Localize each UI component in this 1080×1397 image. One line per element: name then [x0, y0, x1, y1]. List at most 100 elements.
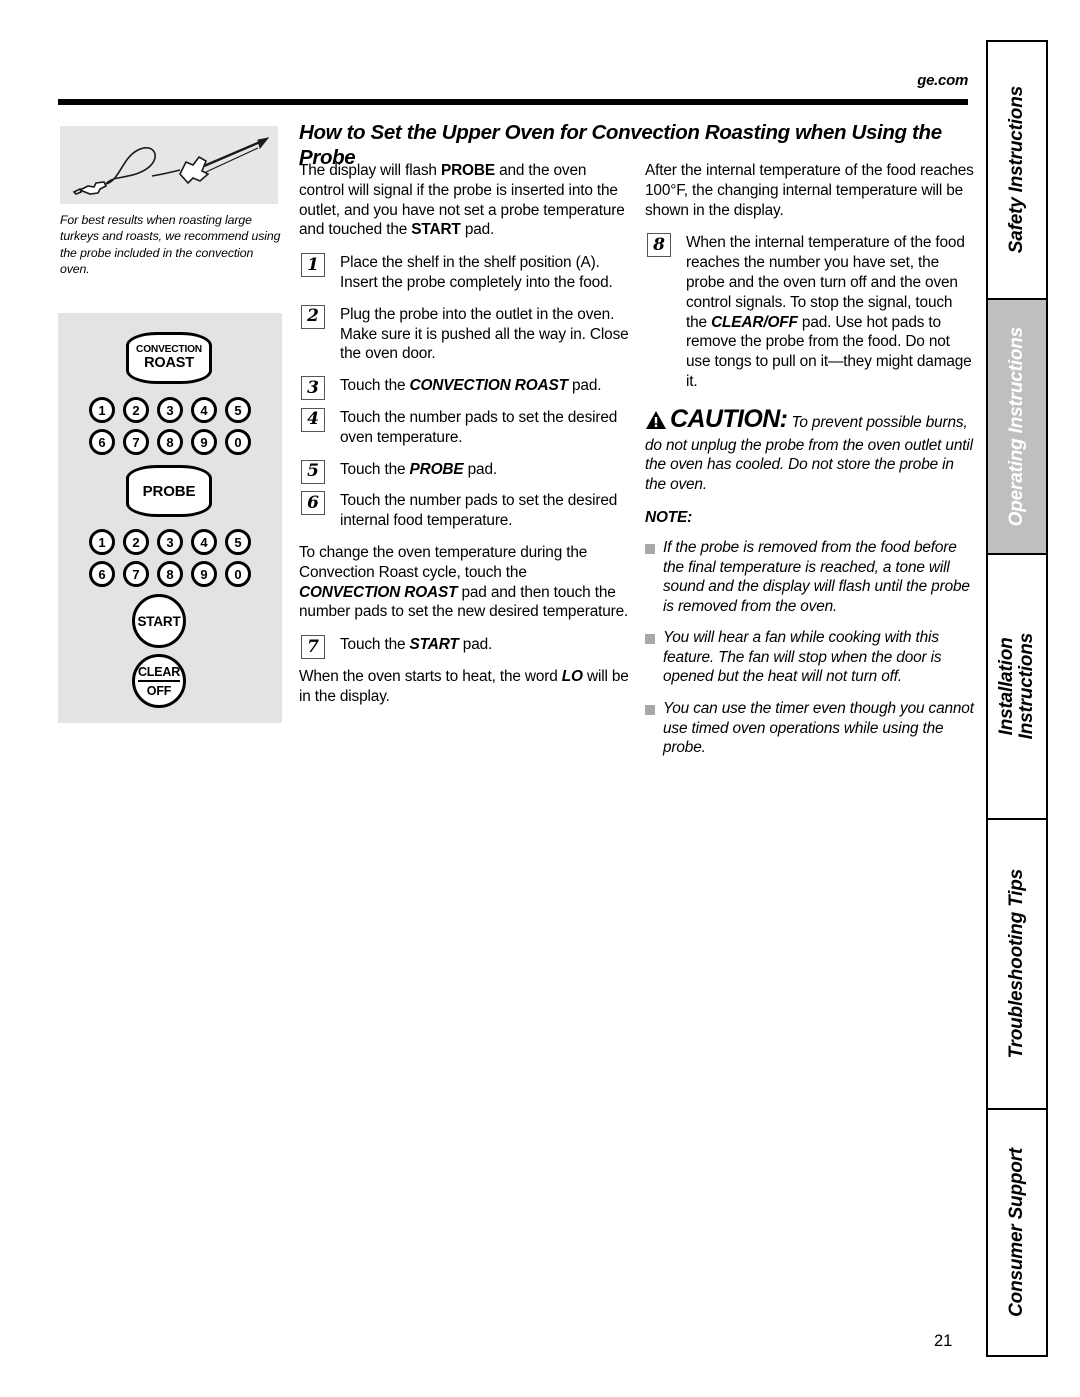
step-item: 6 Touch the number pads to set the desir…	[299, 491, 629, 531]
step-item: 2 Plug the probe into the outlet in the …	[299, 304, 629, 364]
intro-bold-probe: PROBE	[440, 162, 495, 179]
number-pad-row-3: 1 2 3 4 5	[89, 529, 251, 555]
number-pad-row-2: 6 7 8 9 0	[89, 429, 251, 455]
number-key[interactable]: 9	[191, 561, 217, 587]
number-key[interactable]: 5	[225, 397, 251, 423]
step-text-post: pad.	[567, 377, 602, 395]
number-key[interactable]: 0	[225, 561, 251, 587]
clear-pad-label: CLEAR	[137, 665, 180, 682]
number-key[interactable]: 0	[225, 429, 251, 455]
step-text: Place the shelf in the shelf position (A…	[340, 254, 613, 291]
step-number-badge: 2	[301, 304, 325, 329]
note-bullet-text: You can use the timer even though you ca…	[663, 699, 974, 757]
page-number: 21	[934, 1332, 953, 1350]
convection-roast-pad-line2: ROAST	[144, 355, 194, 372]
clear-off-pad[interactable]: CLEAR OFF	[132, 654, 186, 708]
step-number-badge: 5	[301, 459, 325, 484]
right-intro-paragraph: After the internal temperature of the fo…	[645, 162, 974, 219]
number-key[interactable]: 4	[191, 397, 217, 423]
section-tab-rail: Safety Instructions Operating Instructio…	[986, 40, 1048, 1357]
note-bullet-text: If the probe is removed from the food be…	[663, 539, 970, 615]
step-text-post: pad.	[458, 636, 493, 654]
change-temp-bold: CONVECTION ROAST	[299, 583, 458, 601]
tab-label: Operating Instructions	[1006, 326, 1028, 527]
step-text-pre: Touch the	[340, 377, 410, 395]
tab-operating-instructions[interactable]: Operating Instructions	[988, 300, 1046, 555]
number-key[interactable]: 3	[157, 529, 183, 555]
tab-label: Safety Instructions	[1006, 86, 1028, 254]
probe-pad-label: PROBE	[142, 482, 196, 500]
start-pad[interactable]: START	[132, 594, 186, 648]
number-pad-row-4: 6 7 8 9 0	[89, 561, 251, 587]
number-key[interactable]: 6	[89, 561, 115, 587]
number-key[interactable]: 1	[89, 397, 115, 423]
left-text-column: The display will flash PROBE and the ove…	[299, 161, 629, 720]
intro-text-1: The display will flash	[299, 162, 441, 179]
number-key[interactable]: 8	[157, 429, 183, 455]
step-item: 7 Touch the START pad.	[299, 635, 629, 660]
number-key[interactable]: 3	[157, 397, 183, 423]
header-rule	[58, 99, 968, 105]
number-key[interactable]: 4	[191, 529, 217, 555]
tab-safety-instructions[interactable]: Safety Instructions	[988, 42, 1046, 300]
step-item: 1 Place the shelf in the shelf position …	[299, 253, 629, 293]
number-key[interactable]: 8	[157, 561, 183, 587]
closing-bold-lo: LO	[561, 667, 583, 685]
tab-installation-instructions[interactable]: Installation Instructions	[988, 555, 1046, 820]
number-key[interactable]: 2	[123, 529, 149, 555]
number-key[interactable]: 6	[89, 429, 115, 455]
step-text-pre: Touch the	[340, 636, 410, 654]
note-bullet: You will hear a fan while cooking with t…	[645, 628, 975, 687]
bullet-square-icon	[645, 634, 655, 645]
left-intro-paragraph: The display will flash PROBE and the ove…	[299, 161, 629, 240]
site-url: ge.com	[917, 72, 968, 89]
step-text-pre: Touch the	[340, 460, 410, 478]
closing-paragraph: When the oven starts to heat, the word L…	[299, 667, 629, 707]
probe-illustration	[60, 126, 278, 204]
intro-text-3: pad.	[460, 221, 495, 239]
intro-bold-start: START	[411, 221, 461, 239]
number-pad-row-1: 1 2 3 4 5	[89, 397, 251, 423]
number-key[interactable]: 7	[123, 561, 149, 587]
step-number-badge: 1	[301, 253, 325, 278]
step-text-bold: CONVECTION ROAST	[409, 377, 569, 395]
number-key[interactable]: 1	[89, 529, 115, 555]
tab-troubleshooting-tips[interactable]: Troubleshooting Tips	[988, 820, 1046, 1110]
figure-caption: For best results when roasting large tur…	[60, 213, 281, 277]
change-temp-text-1: To change the oven temperature during th…	[299, 543, 588, 581]
step-item: 3 Touch the CONVECTION ROAST pad.	[299, 376, 629, 401]
step-number-badge: 6	[301, 491, 325, 516]
change-temperature-paragraph: To change the oven temperature during th…	[299, 543, 629, 622]
probe-pad[interactable]: PROBE	[126, 465, 212, 517]
step-text: Plug the probe into the outlet in the ov…	[340, 305, 629, 363]
convection-roast-pad[interactable]: CONVECTION ROAST	[126, 332, 212, 384]
number-key[interactable]: 5	[225, 529, 251, 555]
closing-text-1: When the oven starts to heat, the word	[299, 667, 562, 685]
step-item: 4 Touch the number pads to set the desir…	[299, 407, 629, 448]
number-key[interactable]: 2	[123, 397, 149, 423]
note-bullet: You can use the timer even though you ca…	[645, 699, 975, 758]
number-key[interactable]: 7	[123, 429, 149, 455]
control-panel-illustration: CONVECTION ROAST 1 2 3 4 5 6 7 8 9 0 PRO…	[58, 313, 282, 723]
tab-label: Consumer Support	[1006, 1148, 1028, 1317]
caution-heading: CAUTION:	[670, 404, 788, 433]
step-number-badge: 3	[301, 376, 325, 401]
start-pad-label: START	[137, 613, 181, 629]
step-text-bold: START	[409, 636, 459, 654]
caution-block: CAUTION: To prevent possible burns, do n…	[645, 404, 975, 494]
step-text-bold: CLEAR/OFF	[711, 313, 798, 331]
temperature-probe-icon	[72, 137, 270, 195]
note-bullet: If the probe is removed from the food be…	[645, 538, 975, 616]
number-key[interactable]: 9	[191, 429, 217, 455]
tab-label: Troubleshooting Tips	[1006, 869, 1028, 1059]
step-item: 8 When the internal temperature of the f…	[645, 233, 975, 391]
step-text-post: pad.	[463, 460, 498, 478]
step-item: 5 Touch the PROBE pad.	[299, 459, 629, 484]
step-text: Touch the number pads to set the desired…	[340, 408, 618, 446]
warning-triangle-icon	[645, 410, 667, 436]
step-text: Touch the number pads to set the desired…	[340, 492, 618, 530]
off-pad-label: OFF	[146, 683, 172, 698]
tab-consumer-support[interactable]: Consumer Support	[988, 1110, 1046, 1355]
step-text-bold: PROBE	[409, 460, 464, 478]
step-number-badge: 4	[301, 407, 325, 432]
